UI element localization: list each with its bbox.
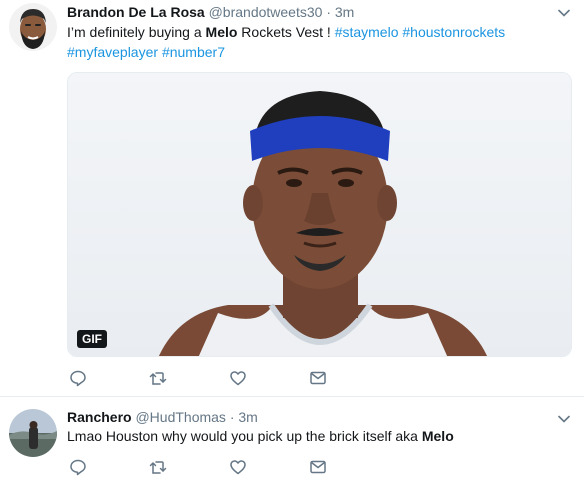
- direct-message-icon[interactable]: [309, 458, 327, 476]
- tweet-text-line: #myfaveplayer #number7: [67, 42, 572, 62]
- author-name[interactable]: Brandon De La Rosa: [67, 4, 205, 20]
- text-segment: Rockets Vest !: [237, 24, 335, 40]
- text-segment: Lmao Houston why would you pick up the b…: [67, 428, 422, 444]
- highlighted-term: Melo: [205, 24, 238, 40]
- tweet-header: Ranchero @HudThomas · 3m: [67, 408, 258, 426]
- separator-dot: ·: [326, 4, 331, 20]
- author-handle[interactable]: @HudThomas: [135, 409, 225, 425]
- gif-badge: GIF: [77, 330, 107, 348]
- hashtag-link[interactable]: #staymelo: [335, 24, 399, 40]
- chevron-down-icon[interactable]: [558, 412, 570, 424]
- avatar-brandon[interactable]: [9, 3, 57, 51]
- reply-icon[interactable]: [69, 369, 87, 387]
- tweet-ranchero[interactable]: Ranchero @HudThomas · 3m Lmao Houston wh…: [0, 397, 584, 479]
- tweet-text: I’m definitely buying a Melo Rockets Ves…: [67, 22, 572, 62]
- avatar-ranchero[interactable]: [9, 409, 57, 457]
- hashtag-link[interactable]: #houstonrockets: [402, 24, 505, 40]
- reply-icon[interactable]: [69, 458, 87, 476]
- tweet-brandon[interactable]: Brandon De La Rosa @brandotweets30 · 3m …: [0, 0, 584, 397]
- tweet-text-line: Lmao Houston why would you pick up the b…: [67, 426, 572, 446]
- chevron-down-icon[interactable]: [558, 6, 570, 18]
- tweet-text-line: I’m definitely buying a Melo Rockets Ves…: [67, 22, 572, 42]
- gif-media[interactable]: GIF: [67, 72, 572, 357]
- tweet-header: Brandon De La Rosa @brandotweets30 · 3m: [67, 3, 354, 21]
- hashtag-link[interactable]: #number7: [162, 44, 225, 60]
- retweet-icon[interactable]: [149, 369, 167, 387]
- author-handle[interactable]: @brandotweets30: [209, 4, 323, 20]
- hashtag-link[interactable]: #myfaveplayer: [67, 44, 158, 60]
- retweet-icon[interactable]: [149, 458, 167, 476]
- like-icon[interactable]: [229, 369, 247, 387]
- separator-dot: ·: [229, 409, 235, 425]
- highlighted-term: Melo: [421, 428, 454, 444]
- direct-message-icon[interactable]: [309, 369, 327, 387]
- author-name[interactable]: Ranchero: [67, 409, 132, 425]
- timestamp[interactable]: 3m: [335, 4, 354, 20]
- tweet-text: Lmao Houston why would you pick up the b…: [67, 426, 572, 446]
- timestamp[interactable]: 3m: [238, 409, 257, 425]
- like-icon[interactable]: [229, 458, 247, 476]
- text-segment: I’m definitely buying a: [67, 24, 206, 40]
